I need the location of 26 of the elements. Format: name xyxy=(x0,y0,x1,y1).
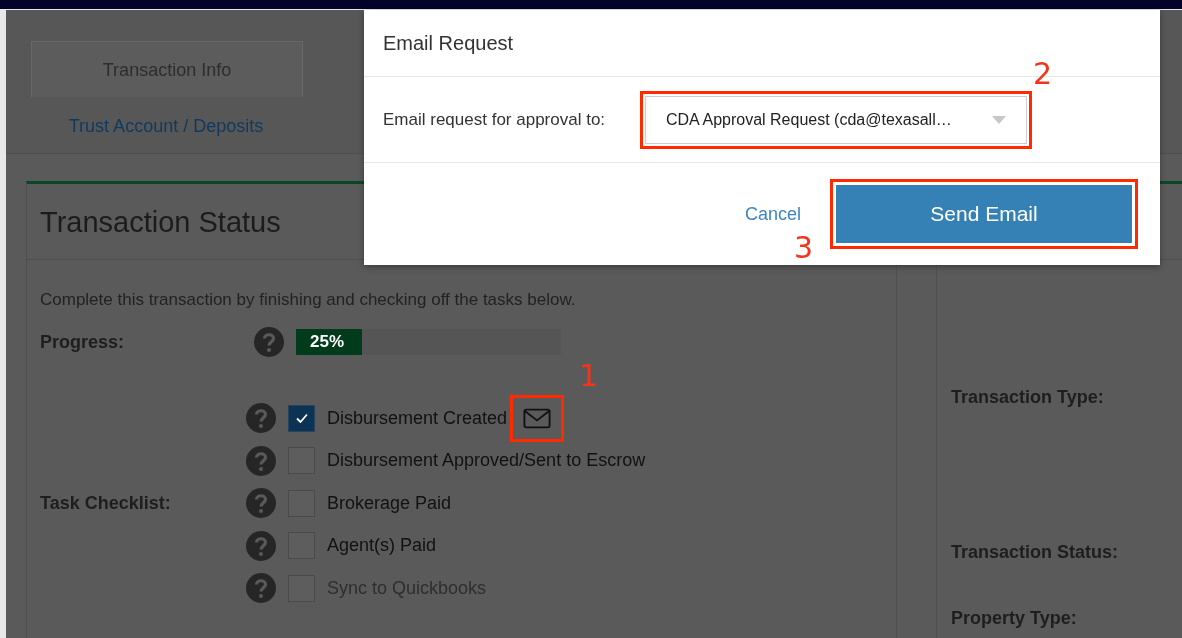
field-label: Property Type: xyxy=(951,608,1078,629)
task-label: Brokerage Paid xyxy=(327,492,452,514)
help-icon[interactable] xyxy=(246,530,276,561)
field-label: Transaction Type: xyxy=(951,387,1105,408)
recipient-label: Email request for approval to: xyxy=(383,109,607,130)
callout-number: 3 xyxy=(794,233,814,263)
help-icon[interactable] xyxy=(246,488,276,519)
checkbox[interactable] xyxy=(288,404,315,432)
cancel-link[interactable]: Cancel xyxy=(744,203,801,225)
task-label: Agent(s) Paid xyxy=(327,535,437,557)
callout-number: 2 xyxy=(1032,58,1052,89)
help-icon[interactable] xyxy=(246,445,276,476)
progress-label: Progress: xyxy=(40,331,126,353)
help-icon[interactable] xyxy=(246,403,276,434)
caret-icon xyxy=(992,115,1006,124)
help-icon[interactable] xyxy=(246,573,276,604)
progress-reading: 25% xyxy=(309,332,345,352)
checklist-label: Task Checklist: xyxy=(40,492,172,514)
help-icon[interactable] xyxy=(254,327,284,357)
envelope-icon xyxy=(523,407,552,429)
task-label: Disbursement Approved/Sent to Escrow xyxy=(327,450,646,472)
callout-number: 1 xyxy=(579,360,599,391)
field-label: Transaction Status: xyxy=(951,542,1120,563)
instruction-text: Complete this transaction by finishing and checking off the tasks below. xyxy=(40,290,577,310)
task-label: Disbursement Created xyxy=(327,407,508,429)
dialog-title: Email Request xyxy=(383,31,514,55)
